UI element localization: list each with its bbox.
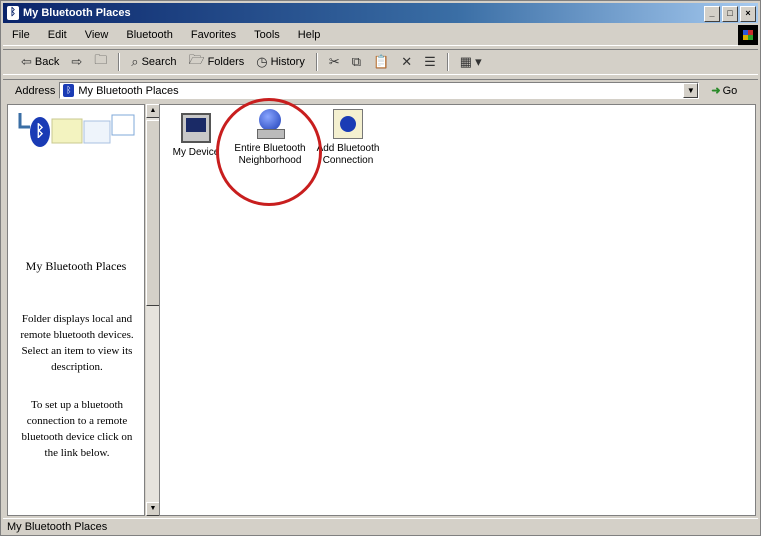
maximize-button[interactable]: □ — [722, 6, 738, 22]
status-bar: My Bluetooth Places — [3, 518, 758, 535]
scissors-icon: ✂ — [328, 54, 340, 69]
info-pane-scrollbar[interactable]: ▲ ▼ — [145, 104, 160, 516]
info-pane: ᛒ My Bluetooth Places Folder displays lo… — [7, 104, 145, 516]
windows-logo-icon — [738, 25, 758, 45]
up-folder-button[interactable]: 🗀 — [90, 52, 111, 72]
menu-bluetooth[interactable]: Bluetooth — [117, 29, 181, 41]
copy-icon: ⧉ — [351, 54, 362, 69]
menu-edit[interactable]: Edit — [39, 29, 76, 41]
properties-button[interactable]: ☰ — [420, 52, 440, 72]
copy-button[interactable]: ⧉ — [348, 52, 365, 72]
forward-arrow-icon: ⇨ — [71, 54, 83, 69]
back-arrow-icon: ⇦ — [21, 54, 32, 69]
toolbar: ⇦ Back ⇨ 🗀 ⌕ Search 🗁 Folders ◷ History … — [3, 49, 758, 75]
cut-button[interactable]: ✂ — [325, 52, 344, 72]
menu-help[interactable]: Help — [289, 29, 330, 41]
menu-tools[interactable]: Tools — [245, 29, 289, 41]
address-label: Address — [15, 84, 56, 97]
menu-view[interactable]: View — [76, 29, 118, 41]
go-arrow-icon: ➜ — [711, 85, 721, 97]
delete-icon: ✕ — [401, 54, 413, 69]
menu-file[interactable]: File — [3, 29, 39, 41]
address-bar: Address ᛒ My Bluetooth Places ▼ ➜ Go — [3, 79, 758, 101]
item-label: My Device — [172, 147, 220, 158]
pane-description: Folder displays local and remote bluetoo… — [20, 313, 134, 373]
window-controls: _ □ × — [704, 6, 756, 22]
toolbar-separator — [315, 53, 318, 71]
add-connection-icon — [333, 109, 363, 139]
status-text: My Bluetooth Places — [7, 521, 108, 533]
chevron-down-icon: ▾ — [475, 54, 482, 69]
explorer-window: ᛒ My Bluetooth Places _ □ × File Edit Vi… — [0, 0, 761, 536]
back-button[interactable]: ⇦ Back — [17, 52, 63, 72]
address-input[interactable]: ᛒ My Bluetooth Places ▼ — [59, 82, 700, 99]
views-icon: ▦ — [459, 54, 473, 69]
bluetooth-icon: ᛒ — [7, 6, 19, 20]
device-icon — [181, 113, 211, 143]
minimize-button[interactable]: _ — [704, 6, 720, 22]
history-button[interactable]: ◷ History — [252, 52, 309, 72]
forward-button[interactable]: ⇨ — [67, 52, 86, 72]
search-label: Search — [141, 56, 177, 68]
toolbar-separator — [446, 53, 449, 71]
search-button[interactable]: ⌕ Search — [127, 52, 180, 72]
menu-favorites[interactable]: Favorites — [182, 29, 245, 41]
scroll-down-button[interactable]: ▼ — [146, 502, 160, 516]
properties-icon: ☰ — [424, 54, 436, 69]
item-label: Add Bluetooth Connection — [316, 143, 380, 166]
pane-setup-text: To set up a bluetooth connection to a re… — [21, 399, 133, 459]
close-button[interactable]: × — [740, 6, 756, 22]
bluetooth-icon: ᛒ — [63, 84, 75, 97]
toolbar-separator — [118, 53, 121, 71]
folders-button[interactable]: 🗁 Folders — [184, 52, 248, 72]
paste-icon: 📋 — [373, 54, 390, 69]
menu-bar: File Edit View Bluetooth Favorites Tools… — [3, 25, 738, 46]
delete-button[interactable]: ✕ — [397, 52, 416, 72]
history-icon: ◷ — [256, 54, 268, 69]
pane-title: My Bluetooth Places — [25, 259, 127, 273]
go-button[interactable]: ➜ Go — [711, 84, 738, 98]
history-label: History — [270, 56, 305, 68]
highlight-circle — [216, 98, 322, 206]
window-title: My Bluetooth Places — [23, 7, 131, 19]
search-icon: ⌕ — [131, 54, 139, 69]
folders-label: Folders — [207, 56, 245, 68]
bluetooth-banner: ᛒ — [12, 109, 140, 153]
views-button[interactable]: ▦ ▾ — [456, 52, 486, 72]
bluetooth-logo-icon: ᛒ — [30, 117, 50, 147]
paste-button[interactable]: 📋 — [369, 52, 393, 72]
back-label: Back — [34, 56, 60, 68]
go-label: Go — [722, 84, 738, 97]
folders-icon: 🗁 — [188, 52, 205, 67]
address-value: My Bluetooth Places — [78, 84, 179, 97]
title-bar[interactable]: ᛒ My Bluetooth Places _ □ × — [3, 3, 758, 23]
address-dropdown-button[interactable]: ▼ — [683, 83, 699, 98]
up-folder-icon: 🗀 — [94, 52, 108, 67]
